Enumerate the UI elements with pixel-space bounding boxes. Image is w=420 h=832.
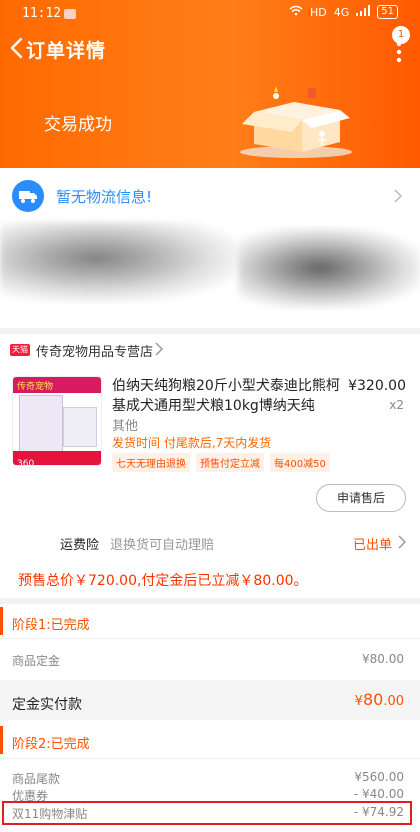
- deposit-value: ¥80.00: [362, 652, 404, 666]
- order-status: 交易成功: [44, 115, 112, 135]
- deposit-paid-symbol: ¥: [354, 694, 363, 709]
- final-payment-label: 商品尾款: [12, 772, 61, 786]
- coupon-value: - ¥40.00: [353, 787, 404, 801]
- product-image-badge: 360: [17, 459, 35, 466]
- promo-tag: 七天无理由退换: [112, 453, 190, 472]
- product-image-brand: 传奇宠物: [17, 382, 54, 392]
- shipping-insurance-desc: 退换货可自动理赔: [110, 538, 215, 553]
- promo-tag: 每400减50: [270, 453, 330, 472]
- deposit-label: 商品定金: [12, 654, 61, 668]
- status-indicators: HD 4G 51: [289, 5, 398, 19]
- chevron-right-icon[interactable]: [155, 342, 163, 356]
- product-title[interactable]: 伯纳天纯狗粮20斤小型犬泰迪比熊柯基成犬通用型犬粮10kg博纳天纯: [112, 376, 348, 416]
- deposit-paid-dec: .00: [383, 694, 404, 709]
- stage-indicator: [0, 726, 3, 754]
- chevron-right-icon[interactable]: [394, 189, 402, 203]
- message-badge: 1: [392, 26, 410, 44]
- notification-icon: [64, 9, 76, 19]
- page-title: 订单详情: [26, 40, 107, 62]
- status-time: 11:12: [22, 6, 62, 21]
- wifi-icon: [289, 5, 303, 19]
- final-payment-value: ¥560.00: [354, 770, 404, 784]
- shipping-info: 发货时间 付尾款后,7天内发货: [112, 436, 272, 450]
- store-name[interactable]: 传奇宠物用品专营店: [36, 341, 153, 360]
- status-bar: 11:12 HD 4G 51: [0, 0, 420, 28]
- apply-aftersale-button[interactable]: 申请售后: [316, 484, 406, 512]
- deposit-paid-int: 80: [362, 690, 384, 709]
- address-redacted-left: [0, 222, 240, 302]
- product-quantity: x2: [389, 398, 404, 412]
- product-image[interactable]: 传奇宠物 360: [12, 376, 102, 466]
- deposit-paid-value: ¥80.00: [355, 690, 404, 709]
- shipping-insurance-status[interactable]: 已出单: [353, 534, 392, 553]
- stage2-title: 阶段2:已完成: [12, 737, 90, 752]
- logistics-status: 暂无物流信息!: [56, 188, 153, 206]
- battery-indicator: 51: [377, 5, 398, 19]
- box-illustration: [240, 86, 352, 158]
- signal-icon: [356, 5, 371, 19]
- divider: [0, 638, 420, 639]
- product-spec: 其他: [112, 419, 139, 434]
- stage-indicator: [0, 607, 3, 635]
- shipping-insurance-label: 运费险: [60, 538, 100, 553]
- deposit-paid-label: 定金实付款: [12, 697, 82, 713]
- tmall-tag: 天猫: [10, 344, 30, 356]
- chevron-right-icon[interactable]: [398, 535, 406, 549]
- address-redacted-right: [238, 228, 420, 308]
- stage1-title: 阶段1:已完成: [12, 618, 90, 633]
- order-header: 11:12 HD 4G 51 订单详情 1 交易成功: [0, 0, 420, 168]
- network-label: HD: [309, 5, 327, 19]
- promo-tags: 七天无理由退换 预售付定立减 每400减50: [112, 453, 330, 472]
- signal-label: 4G: [333, 5, 350, 19]
- divider: [0, 758, 420, 759]
- highlight-box: [2, 801, 412, 825]
- product-price: ¥320.00: [348, 378, 406, 394]
- promo-tag: 预售付定立减: [196, 453, 264, 472]
- truck-icon: [12, 180, 44, 212]
- presale-note: 预售总价￥720.00,付定金后已立减￥80.00。: [18, 573, 308, 589]
